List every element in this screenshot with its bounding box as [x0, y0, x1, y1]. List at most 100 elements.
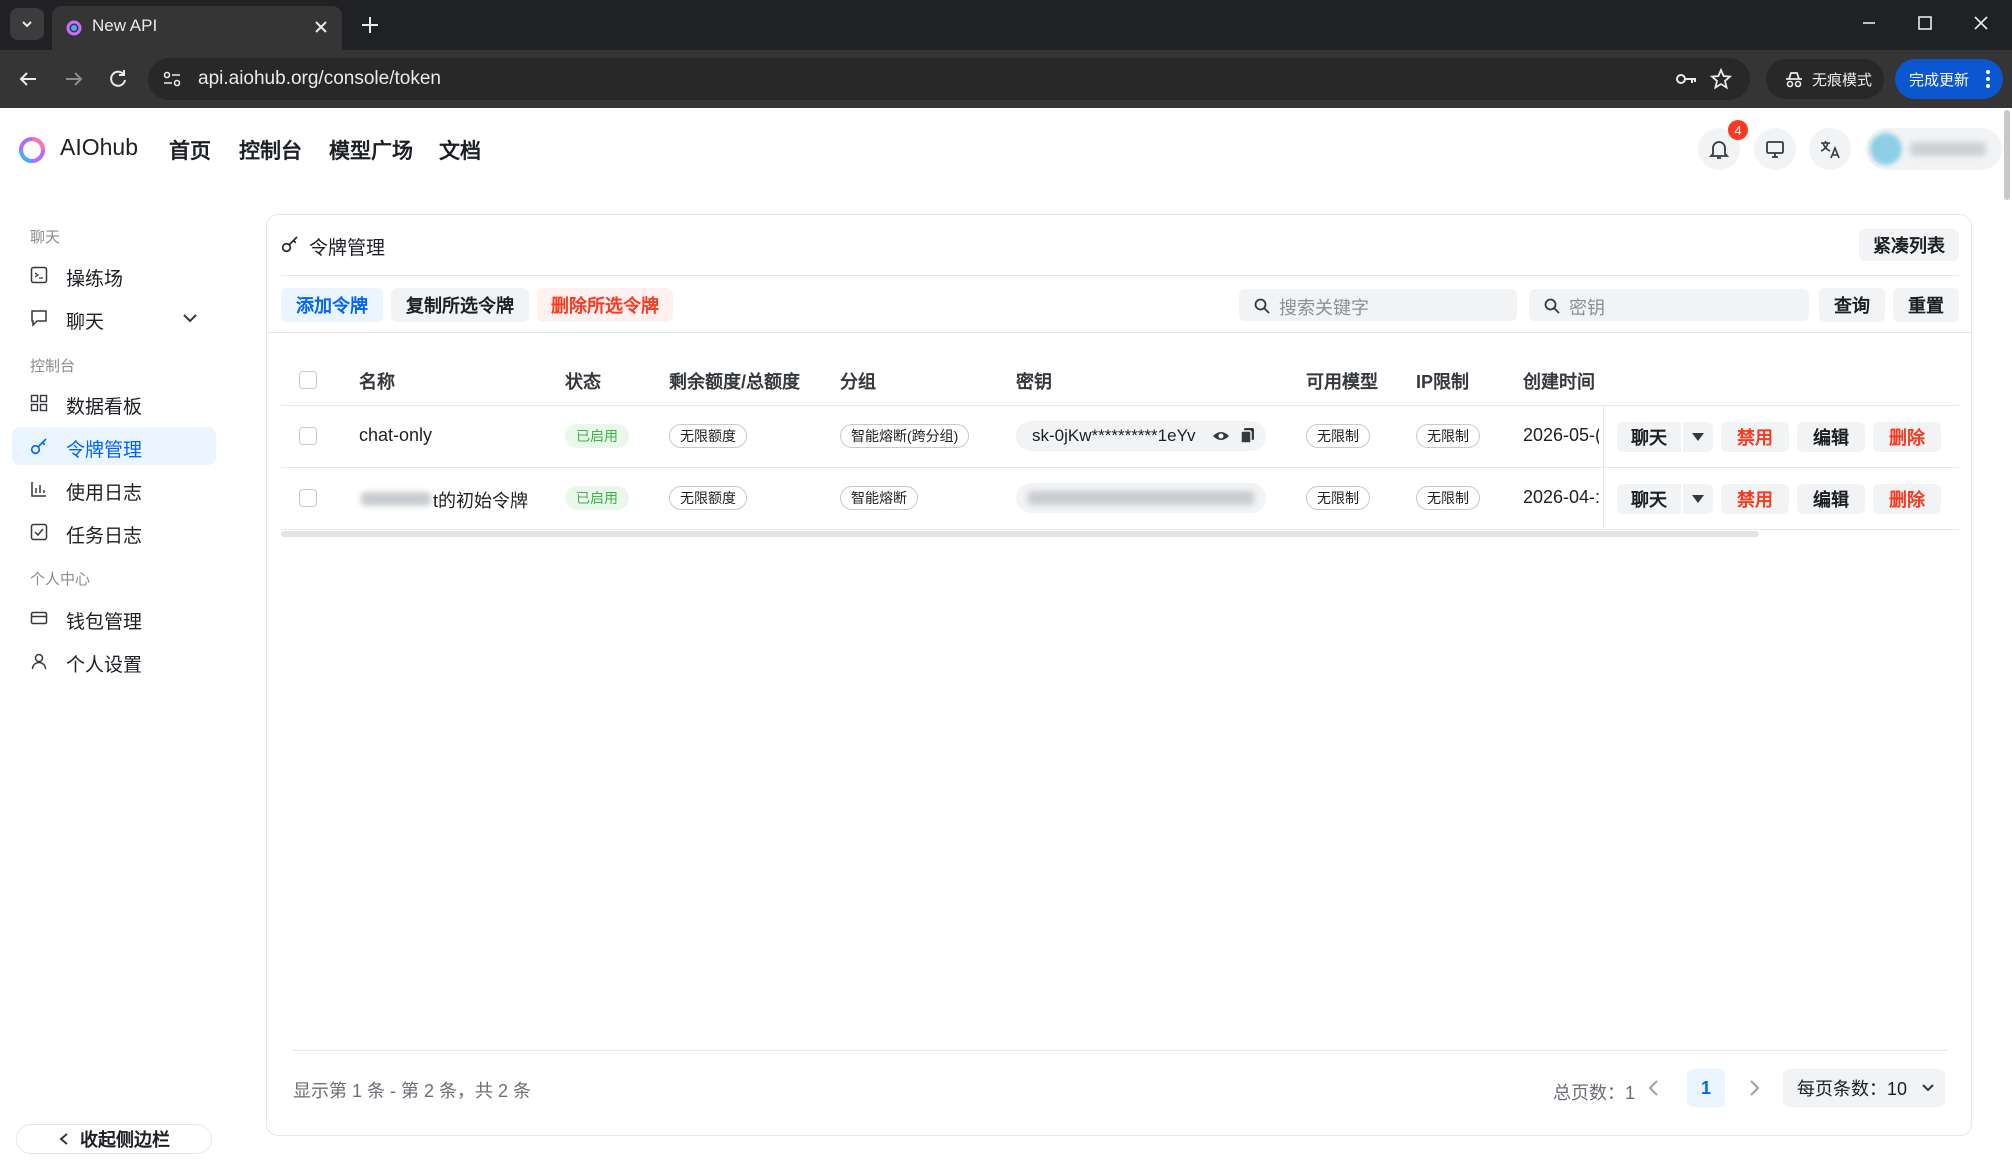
more-vertical-icon: [1986, 70, 1990, 88]
forward-icon[interactable]: [62, 67, 86, 91]
redacted-username: [361, 492, 431, 506]
collapse-sidebar-button[interactable]: 收起侧边栏: [16, 1124, 212, 1154]
brand-name[interactable]: AIOhub: [60, 134, 138, 161]
address-bar[interactable]: api.aiohub.org/console/token: [148, 58, 1750, 100]
close-tab-icon[interactable]: [310, 16, 332, 38]
sidebar-section-personal: 个人中心: [30, 571, 91, 588]
delete-button[interactable]: 删除: [1873, 484, 1941, 514]
keyword-search-placeholder: 搜索关键字: [1279, 298, 1369, 318]
nav-docs[interactable]: 文档: [439, 135, 481, 165]
monitor-icon: [1766, 141, 1784, 158]
favicon-icon: [66, 20, 82, 36]
nav-home[interactable]: 首页: [169, 135, 211, 165]
column-header-group[interactable]: 分组: [840, 368, 876, 394]
chevron-down-icon[interactable]: [182, 311, 198, 325]
chat-button[interactable]: 聊天: [1617, 422, 1681, 452]
column-header-name[interactable]: 名称: [359, 368, 395, 394]
models-tag: 无限制: [1306, 486, 1370, 510]
page-size-select[interactable]: 每页条数：10: [1783, 1069, 1945, 1107]
site-settings-icon[interactable]: [162, 69, 182, 89]
disable-button[interactable]: 禁用: [1721, 422, 1789, 452]
sidebar: 聊天 操练场 聊天 控制台 数据看板 令牌管理 使用日志 任务日志 个人中心 钱…: [0, 192, 232, 1168]
sidebar-item-label: 聊天: [66, 312, 105, 333]
chevron-left-icon: [59, 1133, 68, 1145]
incognito-indicator[interactable]: 无痕模式: [1766, 59, 1884, 99]
sidebar-item-wallet[interactable]: 钱包管理: [12, 599, 216, 637]
delete-selected-tokens-button[interactable]: 删除所选令牌: [537, 288, 673, 322]
table-row[interactable]: t的初始令牌 已启用 无限额度 智能熔断 无限制 无限制 2026-04-: 聊…: [281, 468, 1959, 529]
display-button[interactable]: [1754, 128, 1796, 170]
sidebar-item-token-management[interactable]: 令牌管理: [12, 427, 216, 465]
search-icon: [1544, 298, 1560, 314]
token-management-card: 令牌管理 紧凑列表 添加令牌 复制所选令牌 删除所选令牌 搜索关键字 密钥 查询…: [266, 214, 1972, 1136]
column-header-status[interactable]: 状态: [565, 368, 601, 394]
delete-button[interactable]: 删除: [1873, 422, 1941, 452]
language-button[interactable]: [1809, 128, 1851, 170]
sidebar-item-settings[interactable]: 个人设置: [12, 642, 216, 680]
tab-search-button[interactable]: [10, 8, 44, 40]
sidebar-item-playground[interactable]: 操练场: [12, 256, 216, 294]
sidebar-item-dashboard[interactable]: 数据看板: [12, 384, 216, 422]
sidebar-item-task-log[interactable]: 任务日志: [12, 513, 216, 551]
browser-tab-bar: New API: [0, 0, 2012, 50]
nav-console[interactable]: 控制台: [239, 135, 302, 165]
app-logo[interactable]: [18, 136, 46, 164]
incognito-icon: [1786, 72, 1802, 88]
disable-button[interactable]: 禁用: [1721, 484, 1789, 514]
eye-icon[interactable]: [1212, 429, 1230, 443]
row-checkbox[interactable]: [299, 427, 317, 445]
browser-tab[interactable]: New API: [52, 6, 342, 50]
user-menu[interactable]: [1866, 128, 2002, 170]
reset-button[interactable]: 重置: [1893, 288, 1959, 322]
maximize-icon[interactable]: [1914, 12, 1936, 34]
chat-button[interactable]: 聊天: [1617, 484, 1681, 514]
compact-list-toggle[interactable]: 紧凑列表: [1859, 229, 1959, 261]
copy-selected-tokens-button[interactable]: 复制所选令牌: [391, 288, 529, 322]
dashboard-icon: [30, 394, 48, 412]
nav-model-plaza[interactable]: 模型广场: [329, 135, 413, 165]
username-redacted: [1910, 142, 1986, 156]
sidebar-item-label: 令牌管理: [66, 440, 143, 461]
key-search-input[interactable]: 密钥: [1529, 289, 1809, 321]
fixed-column-shadow: [1603, 406, 1604, 467]
reload-icon[interactable]: [106, 67, 130, 91]
keyword-search-input[interactable]: 搜索关键字: [1239, 289, 1517, 321]
select-all-checkbox[interactable]: [299, 371, 317, 389]
query-button[interactable]: 查询: [1819, 288, 1885, 322]
user-icon: [31, 653, 47, 670]
page-scrollbar[interactable]: [2004, 110, 2010, 200]
sidebar-item-chat[interactable]: 聊天: [12, 299, 216, 337]
sidebar-item-usage-log[interactable]: 使用日志: [12, 470, 216, 508]
key-icon: [30, 438, 47, 455]
prev-page-icon[interactable]: [1647, 1079, 1661, 1097]
column-header-key[interactable]: 密钥: [1016, 368, 1052, 394]
next-page-icon[interactable]: [1747, 1079, 1761, 1097]
new-tab-icon[interactable]: [358, 13, 382, 37]
add-token-button[interactable]: 添加令牌: [281, 288, 383, 322]
edit-button[interactable]: 编辑: [1797, 422, 1865, 452]
sidebar-item-label: 操练场: [66, 269, 124, 290]
password-key-icon[interactable]: [1674, 69, 1698, 89]
table-row[interactable]: chat-only 已启用 无限额度 智能熔断(跨分组) sk-0jKw****…: [281, 406, 1959, 467]
horizontal-scrollbar[interactable]: [281, 531, 1759, 537]
chat-dropdown-button[interactable]: [1683, 422, 1713, 452]
bookmark-star-icon[interactable]: [1710, 68, 1732, 90]
close-window-icon[interactable]: [1970, 12, 1992, 34]
column-header-quota[interactable]: 剩余额度/总额度: [669, 368, 800, 394]
column-header-models[interactable]: 可用模型: [1306, 368, 1378, 394]
back-icon[interactable]: [16, 67, 40, 91]
total-pages: 总页数：1: [1553, 1083, 1636, 1103]
chat-dropdown-button[interactable]: [1683, 484, 1713, 514]
edit-button[interactable]: 编辑: [1797, 484, 1865, 514]
minimize-icon[interactable]: [1858, 12, 1880, 34]
browser-toolbar: api.aiohub.org/console/token 无痕模式 完成更新: [0, 50, 2012, 108]
update-button[interactable]: 完成更新: [1895, 59, 2003, 99]
fixed-column-shadow: [1603, 468, 1604, 529]
created-time: 2026-05-(: [1523, 425, 1599, 445]
copy-icon[interactable]: [1240, 427, 1256, 445]
page-number-button[interactable]: 1: [1687, 1069, 1725, 1107]
column-header-ip-limit[interactable]: IP限制: [1416, 368, 1469, 394]
row-checkbox[interactable]: [299, 489, 317, 507]
models-tag: 无限制: [1306, 424, 1370, 448]
column-header-created[interactable]: 创建时间: [1523, 368, 1595, 394]
